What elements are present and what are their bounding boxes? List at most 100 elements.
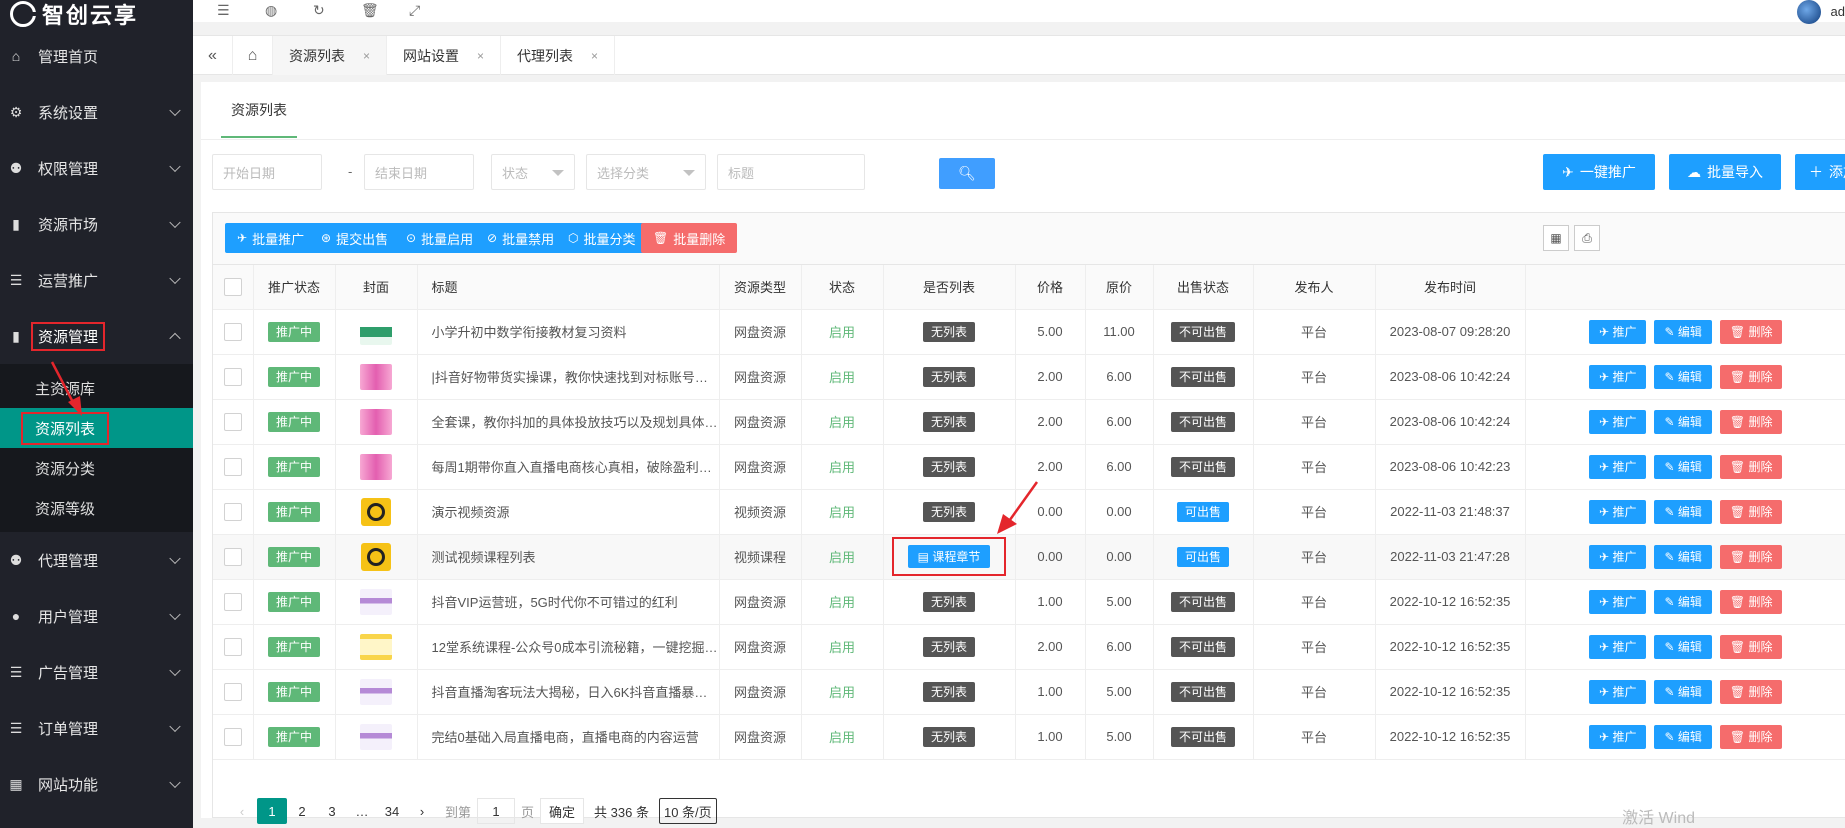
row-checkbox[interactable] (223, 592, 242, 611)
row-promote-button[interactable]: ✈ 推广 (1589, 634, 1647, 659)
search-button[interactable]: 🔍︎ (939, 158, 995, 189)
status-select[interactable]: 状态 (491, 154, 575, 190)
app-logo[interactable]: 智创云享 (0, 0, 193, 28)
row-promote-button[interactable]: ✈ 推广 (1589, 499, 1647, 524)
card-tab-resource-list[interactable]: 资源列表 (221, 100, 297, 138)
select-all-checkbox[interactable] (223, 277, 242, 296)
row-edit-button[interactable]: ✎ 编辑 (1654, 409, 1712, 434)
row-promote-button[interactable]: ✈ 推广 (1589, 364, 1647, 389)
row-edit-button[interactable]: ✎ 编辑 (1654, 454, 1712, 479)
home-tab-icon[interactable]: ⌂ (233, 36, 273, 75)
course-chapter-button[interactable]: ▤ 课程章节 (907, 545, 991, 568)
table-row[interactable]: 推广中 抖音VIP运营班，5G时代你不可错过的红利 网盘资源 启用 无列表 1.00 5.0… (213, 579, 1845, 625)
row-delete-button[interactable]: 🗑 删除 (1719, 454, 1783, 479)
row-checkbox[interactable] (223, 457, 242, 476)
row-delete-button[interactable]: 🗑 删除 (1719, 319, 1783, 344)
sidebar-item-after-0[interactable]: ⚉ 代理管理 (0, 532, 193, 588)
row-delete-button[interactable]: 🗑 删除 (1719, 499, 1783, 524)
batch-disable-button[interactable]: ⊘ 批量禁用 (475, 223, 567, 253)
row-checkbox[interactable] (223, 367, 242, 386)
sidebar-subitem-1[interactable]: 资源列表 (0, 408, 193, 448)
menu-fold-icon[interactable]: ☰ (217, 2, 230, 19)
row-promote-button[interactable]: ✈ 推广 (1589, 724, 1647, 749)
end-date-input[interactable]: 结束日期 (364, 154, 474, 190)
sidebar-item-2[interactable]: ⚉ 权限管理 (0, 140, 193, 196)
refresh-icon[interactable]: ↻ (313, 2, 325, 19)
goto-confirm-button[interactable]: 确定 (540, 798, 585, 824)
sidebar-item-after-2[interactable]: ☰ 广告管理 (0, 644, 193, 700)
row-promote-button[interactable]: ✈ 推广 (1589, 679, 1647, 704)
row-promote-button[interactable]: ✈ 推广 (1589, 544, 1647, 569)
sidebar-item-after-4[interactable]: ▦ 网站功能 (0, 756, 193, 812)
row-edit-button[interactable]: ✎ 编辑 (1654, 499, 1712, 524)
row-delete-button[interactable]: 🗑 删除 (1719, 409, 1783, 434)
batch-category-button[interactable]: ⬡ 批量分类 (556, 223, 648, 253)
page-tab-0[interactable]: 资源列表 × (273, 36, 388, 75)
sidebar-item-4[interactable]: ☰ 运营推广 (0, 252, 193, 308)
columns-filter-icon[interactable]: ▦ (1543, 225, 1569, 251)
row-edit-button[interactable]: ✎ 编辑 (1654, 724, 1712, 749)
batch-import-button[interactable]: ☁ 批量导入 (1669, 154, 1781, 190)
goto-page-input[interactable]: 1 (477, 798, 516, 824)
submit-sale-button[interactable]: ⊛ 提交出售 (309, 223, 401, 253)
batch-promote-button[interactable]: ✈ 批量推广 (225, 223, 317, 253)
batch-enable-button[interactable]: ⊙ 批量启用 (394, 223, 486, 253)
row-checkbox[interactable] (223, 547, 242, 566)
table-row[interactable]: 推广中 演示视频资源 视频资源 启用 无列表 0.00 0.00 可出售 平台 2022-11-0… (213, 489, 1845, 535)
title-input[interactable]: 标题 (717, 154, 865, 190)
user-avatar[interactable] (1797, 0, 1821, 24)
sidebar-item-0[interactable]: ⌂ 管理首页 (0, 28, 193, 84)
row-delete-button[interactable]: 🗑 删除 (1719, 679, 1783, 704)
row-checkbox[interactable] (223, 322, 242, 341)
page-number[interactable]: 3 (317, 798, 347, 824)
add-button[interactable]: ＋添加 (1795, 154, 1845, 190)
user-name[interactable]: ad (1831, 4, 1845, 19)
page-tab-1[interactable]: 网站设置 × (387, 36, 502, 75)
close-icon[interactable]: × (591, 49, 598, 63)
trash-icon[interactable]: 🗑 (361, 2, 379, 19)
row-edit-button[interactable]: ✎ 编辑 (1654, 544, 1712, 569)
batch-delete-button[interactable]: 🗑 批量删除 (641, 223, 738, 253)
row-delete-button[interactable]: 🗑 删除 (1719, 724, 1783, 749)
sidebar-item-after-1[interactable]: ● 用户管理 (0, 588, 193, 644)
prev-page-icon[interactable]: ‹ (227, 798, 257, 824)
page-number[interactable]: 1 (257, 798, 287, 824)
table-row[interactable]: 推广中 12堂系统课程-公众号0成本引流秘籍，一键挖掘… 网盘资源 启用 无列表 2.00… (213, 624, 1845, 670)
row-promote-button[interactable]: ✈ 推广 (1589, 589, 1647, 614)
promote-one-click-button[interactable]: ✈ 一键推广 (1543, 154, 1655, 190)
row-edit-button[interactable]: ✎ 编辑 (1654, 634, 1712, 659)
tabs-scroll-left-icon[interactable]: « (193, 36, 233, 75)
row-delete-button[interactable]: 🗑 删除 (1719, 544, 1783, 569)
page-number[interactable]: 2 (287, 798, 317, 824)
sidebar-item-after-3[interactable]: ☰ 订单管理 (0, 700, 193, 756)
table-row[interactable]: 推广中 全套课，教你抖加的具体投放技巧以及规划具体… 网盘资源 启用 无列表 2.00 6.… (213, 399, 1845, 445)
page-tab-2[interactable]: 代理列表 × (501, 36, 616, 75)
start-date-input[interactable]: 开始日期 (212, 154, 322, 190)
row-checkbox[interactable] (223, 502, 242, 521)
row-edit-button[interactable]: ✎ 编辑 (1654, 364, 1712, 389)
sidebar-subitem-0[interactable]: 主资源库 (0, 368, 193, 408)
sidebar-item-1[interactable]: ⚙ 系统设置 (0, 84, 193, 140)
table-row[interactable]: 推广中 每周1期带你直入直播电商核心真相，破除盈利… 网盘资源 启用 无列表 2.00 6.… (213, 444, 1845, 490)
close-icon[interactable]: × (363, 49, 370, 63)
fullscreen-icon[interactable]: ⤢ (409, 2, 420, 19)
row-delete-button[interactable]: 🗑 删除 (1719, 589, 1783, 614)
row-delete-button[interactable]: 🗑 删除 (1719, 634, 1783, 659)
page-number[interactable]: 34 (377, 798, 407, 824)
row-checkbox[interactable] (223, 727, 242, 746)
row-edit-button[interactable]: ✎ 编辑 (1654, 319, 1712, 344)
globe-icon[interactable]: ◍ (265, 2, 277, 19)
close-icon[interactable]: × (477, 49, 484, 63)
row-promote-button[interactable]: ✈ 推广 (1589, 319, 1647, 344)
row-promote-button[interactable]: ✈ 推广 (1589, 454, 1647, 479)
row-checkbox[interactable] (223, 412, 242, 431)
sidebar-item-5[interactable]: ▮ 资源管理 (0, 308, 193, 364)
row-edit-button[interactable]: ✎ 编辑 (1654, 589, 1712, 614)
next-page-icon[interactable]: › (407, 798, 437, 824)
table-row[interactable]: 推广中 小学升初中数学衔接教材复习资料 网盘资源 启用 无列表 5.00 11.00 不可出售… (213, 309, 1845, 355)
row-checkbox[interactable] (223, 682, 242, 701)
table-row[interactable]: 推广中 抖音直播淘客玩法大揭秘，日入6K抖音直播暴力… 网盘资源 启用 无列表 1.00 5… (213, 669, 1845, 715)
row-delete-button[interactable]: 🗑 删除 (1719, 364, 1783, 389)
sidebar-item-3[interactable]: ▮ 资源市场 (0, 196, 193, 252)
row-promote-button[interactable]: ✈ 推广 (1589, 409, 1647, 434)
